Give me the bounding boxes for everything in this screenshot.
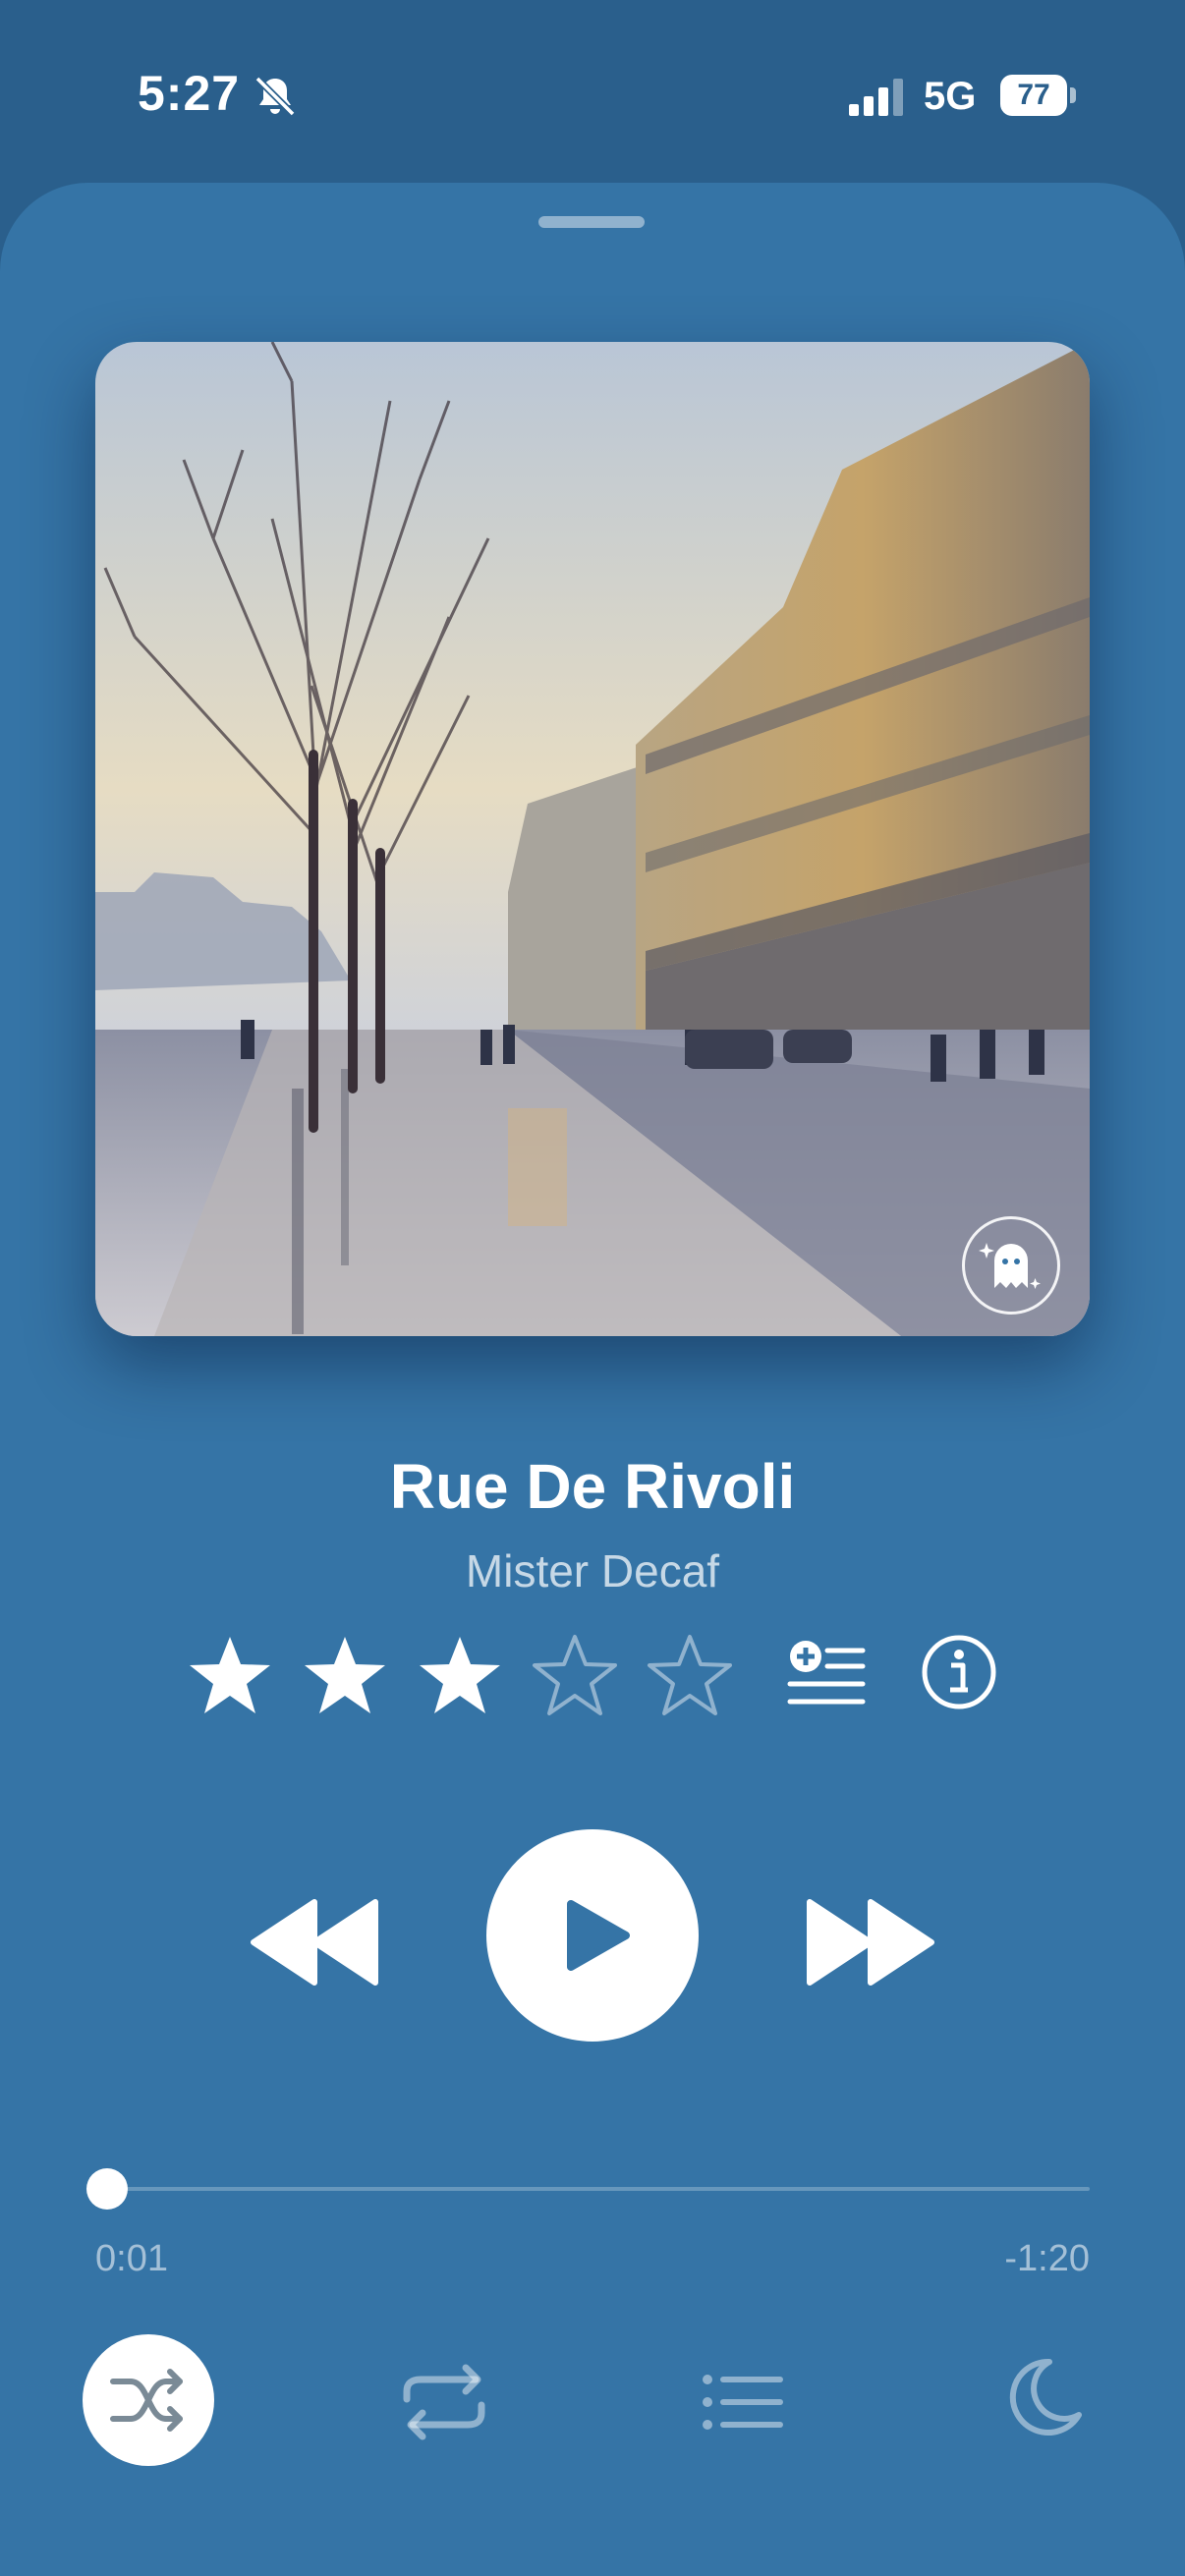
album-artwork [95, 342, 1090, 1336]
progress-knob[interactable] [86, 2168, 129, 2210]
status-bar: 5:27 5G 77 [0, 0, 1185, 187]
rating-star-3[interactable] [415, 1631, 505, 1721]
queue-list-button[interactable] [698, 2358, 786, 2446]
sheet-grabber[interactable] [538, 216, 645, 228]
rewind-button[interactable] [250, 1898, 383, 1987]
play-icon [567, 1900, 630, 1971]
rating-star-2[interactable] [300, 1631, 390, 1721]
info-icon[interactable] [920, 1633, 998, 1711]
progress-slider[interactable] [86, 2168, 1090, 2210]
fast-forward-icon [807, 1899, 934, 1986]
moon-icon [1009, 2358, 1082, 2436]
add-to-queue-icon[interactable] [786, 1637, 867, 1713]
track-artist[interactable]: Mister Decaf [0, 1544, 1185, 1597]
rating-star-4[interactable] [530, 1631, 620, 1721]
shuffle-button[interactable] [83, 2334, 214, 2466]
battery-level: 77 [1000, 75, 1067, 116]
repeat-icon [403, 2364, 485, 2440]
list-icon [703, 2375, 783, 2430]
elapsed-time: 0:01 [95, 2238, 168, 2279]
rating-star-1[interactable] [185, 1631, 275, 1721]
remaining-time: -1:20 [1004, 2238, 1090, 2279]
track-title: Rue De Rivoli [389, 1451, 796, 1522]
shuffle-icon [110, 2369, 183, 2432]
battery-icon: 77 [1000, 75, 1077, 116]
rating-star-5[interactable] [645, 1631, 735, 1721]
ghost-icon[interactable] [962, 1216, 1060, 1315]
sleep-timer-button[interactable] [992, 2350, 1091, 2448]
repeat-button[interactable] [393, 2358, 495, 2446]
bell-slash-icon [252, 73, 299, 120]
rewind-icon [251, 1899, 378, 1986]
now-playing-sheet: Rue De Rivoli Mister Decaf 0:01 -1:20 [0, 183, 1185, 2576]
status-time: 5:27 [138, 66, 241, 121]
cellular-signal-icon [849, 79, 906, 116]
fast-forward-button[interactable] [802, 1898, 935, 1987]
play-button[interactable] [486, 1829, 699, 2042]
network-type: 5G [924, 75, 977, 118]
